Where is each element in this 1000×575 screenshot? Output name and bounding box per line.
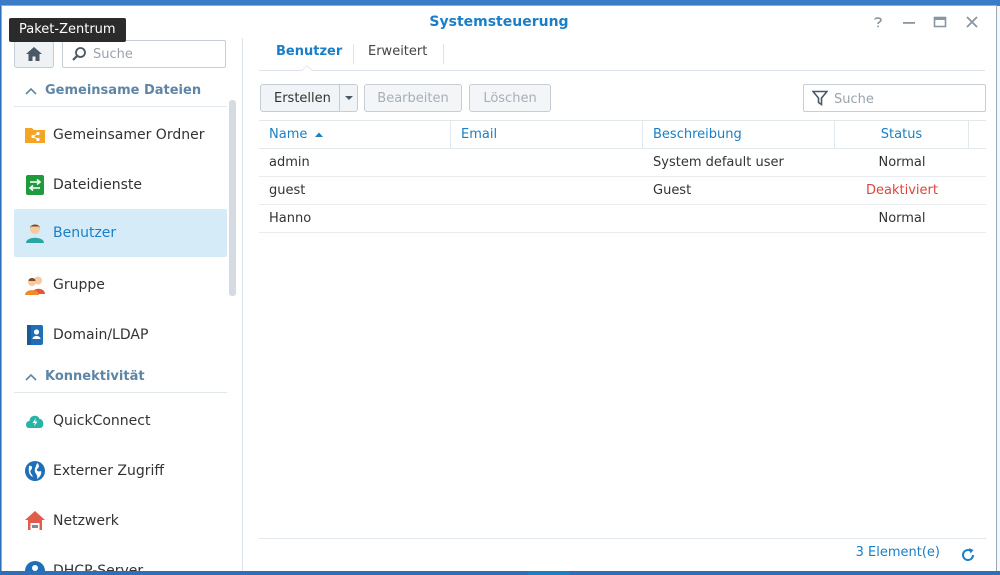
active-tab-indicator xyxy=(301,65,313,71)
tab-divider xyxy=(443,44,444,64)
chevron-up-icon xyxy=(25,87,37,95)
sidebar-scrollbar[interactable] xyxy=(229,100,236,296)
user-table: Name Email Beschreibung Status admin Sys… xyxy=(259,120,986,233)
search-icon xyxy=(72,47,86,61)
taskbar-indicator xyxy=(528,571,570,575)
table-row[interactable]: Hanno Normal xyxy=(259,205,986,233)
column-header-email[interactable]: Email xyxy=(451,121,643,148)
main-panel: Benutzer Erweitert Erstellen Bearbeiten … xyxy=(243,38,996,573)
column-header-name[interactable]: Name xyxy=(259,121,451,148)
systemsteuerung-window: Systemsteuerung Gemeinsame Dateien xyxy=(2,6,996,573)
sidebar-item-benutzer[interactable]: Benutzer xyxy=(14,209,227,257)
table-footer: 3 Element(e) xyxy=(259,538,986,570)
cell-name: Hanno xyxy=(269,211,312,226)
user-icon xyxy=(26,224,44,243)
external-access-icon xyxy=(25,461,45,481)
section-header-gemeinsame-dateien[interactable]: Gemeinsame Dateien xyxy=(14,76,227,107)
table-row[interactable]: admin System default user Normal xyxy=(259,149,986,177)
shared-folder-icon xyxy=(25,128,45,143)
cell-status: Normal xyxy=(878,155,926,170)
sidebar-item-dateidienste[interactable]: Dateidienste xyxy=(14,161,227,209)
create-split-button: Erstellen xyxy=(260,84,358,112)
cell-status: Normal xyxy=(878,211,926,226)
table-row[interactable]: guest Guest Deaktiviert xyxy=(259,177,986,205)
sidebar-item-externer-zugriff[interactable]: Externer Zugriff xyxy=(14,447,227,495)
cell-description xyxy=(643,205,835,232)
create-dropdown-button[interactable] xyxy=(340,85,358,111)
table-search[interactable] xyxy=(803,84,986,112)
help-icon[interactable] xyxy=(864,11,892,33)
filter-icon xyxy=(812,90,828,106)
paket-zentrum-tooltip: Paket-Zentrum xyxy=(9,18,126,42)
chevron-up-icon xyxy=(25,373,37,381)
sidebar: Gemeinsame Dateien Gemeinsamer Ordner Da… xyxy=(2,38,243,573)
cell-name: guest xyxy=(269,183,306,198)
home-button[interactable] xyxy=(14,40,54,68)
table-header: Name Email Beschreibung Status xyxy=(259,120,986,149)
section-header-konnektivitaet[interactable]: Konnektivität xyxy=(14,362,227,393)
tab-erweitert[interactable]: Erweitert xyxy=(368,38,427,70)
cell-name: admin xyxy=(269,155,310,170)
create-button[interactable]: Erstellen xyxy=(274,85,331,113)
network-icon xyxy=(25,511,45,530)
cell-status-disabled: Deaktiviert xyxy=(866,183,938,198)
column-header-beschreibung[interactable]: Beschreibung xyxy=(643,121,835,148)
sidebar-top xyxy=(14,40,228,68)
edit-button[interactable]: Bearbeiten xyxy=(364,84,462,112)
window-title: Systemsteuerung xyxy=(429,14,569,30)
sidebar-item-dhcp-server[interactable]: DHCP-Server xyxy=(14,547,227,573)
cell-description: System default user xyxy=(653,155,784,170)
sort-ascending-icon xyxy=(314,132,323,137)
cell-email xyxy=(451,205,643,232)
close-icon[interactable] xyxy=(958,11,986,33)
cell-email xyxy=(451,177,643,204)
caret-down-icon xyxy=(345,96,353,100)
column-header-status[interactable]: Status xyxy=(835,121,969,148)
sidebar-item-quickconnect[interactable]: QuickConnect xyxy=(14,397,227,445)
sidebar-search-input[interactable] xyxy=(91,43,223,65)
sidebar-item-domain-ldap[interactable]: Domain/LDAP xyxy=(14,311,227,359)
refresh-icon[interactable] xyxy=(960,547,976,563)
delete-button[interactable]: Löschen xyxy=(469,84,551,112)
cell-email xyxy=(451,149,643,176)
sidebar-search[interactable] xyxy=(62,40,226,68)
table-search-input[interactable] xyxy=(832,88,984,110)
sidebar-item-gruppe[interactable]: Gruppe xyxy=(14,261,227,309)
sidebar-item-gemeinsamer-ordner[interactable]: Gemeinsamer Ordner xyxy=(14,111,227,159)
home-icon xyxy=(26,47,42,61)
file-services-icon xyxy=(26,175,44,195)
window-titlebar[interactable]: Systemsteuerung xyxy=(2,6,996,38)
domain-ldap-icon xyxy=(27,325,43,345)
maximize-icon[interactable] xyxy=(926,11,954,33)
cell-description: Guest xyxy=(653,183,692,198)
sidebar-item-netzwerk[interactable]: Netzwerk xyxy=(14,497,227,545)
item-count: 3 Element(e) xyxy=(855,545,940,560)
quickconnect-icon xyxy=(26,415,44,428)
desktop-right-edge xyxy=(996,6,1000,575)
tab-bar: Benutzer Erweitert xyxy=(259,38,985,71)
group-icon xyxy=(25,276,45,295)
minimize-icon[interactable] xyxy=(895,11,923,33)
tab-divider xyxy=(353,44,354,64)
taskbar-edge xyxy=(0,571,1000,575)
